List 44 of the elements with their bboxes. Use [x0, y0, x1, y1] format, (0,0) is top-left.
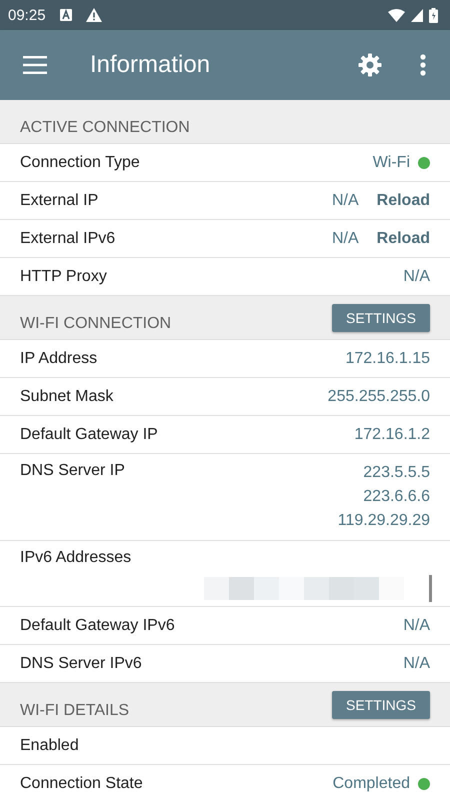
row-value: N/A	[403, 654, 430, 672]
row-value: 223.5.5.5	[363, 463, 430, 483]
row-value: 255.255.255.0	[328, 388, 430, 406]
row-label: Default Gateway IPv6	[20, 616, 175, 634]
row-label: Default Gateway IP	[20, 426, 158, 444]
row-value: 223.6.6.6	[363, 487, 430, 507]
settings-button[interactable]: SETTINGS	[332, 304, 430, 332]
section-title: ACTIVE CONNECTION	[20, 118, 190, 136]
row-label: IPv6 Addresses	[20, 549, 132, 567]
row-label: DNS Server IPv6	[20, 654, 142, 672]
status-time: 09:25	[8, 6, 46, 24]
keyboard-icon	[60, 9, 72, 21]
wifi-icon	[388, 8, 405, 22]
row-label: HTTP Proxy	[20, 268, 107, 286]
row-label: DNS Server IP	[20, 462, 125, 480]
row-value: N/A	[332, 192, 359, 210]
row-label: Enabled	[20, 736, 79, 754]
battery-icon	[429, 8, 438, 22]
settings-icon[interactable]	[358, 53, 382, 77]
row-label: External IP	[20, 192, 98, 210]
scroll-bar	[429, 575, 432, 602]
reload-link[interactable]: Reload	[376, 192, 430, 210]
section-title: WI-FI CONNECTION	[20, 314, 172, 332]
signal-icon	[411, 8, 423, 22]
row-value: N/A	[332, 230, 359, 248]
row-value: 119.29.29.29	[338, 511, 430, 531]
section-title: WI-FI DETAILS	[20, 702, 130, 720]
row-value: N/A	[403, 268, 430, 286]
row-value: 172.16.1.15	[345, 350, 430, 368]
menu-icon[interactable]	[23, 56, 47, 74]
app-title: Information	[90, 51, 212, 79]
row-value: Wi-Fi	[372, 154, 410, 172]
row-label: IP Address	[20, 350, 98, 368]
row-label: External IPv6	[20, 230, 116, 248]
reload-link[interactable]: Reload	[376, 230, 430, 248]
row-value: N/A	[403, 616, 430, 634]
row-label: Connection State	[20, 774, 143, 792]
row-label: Subnet Mask	[20, 388, 114, 406]
row-label: Connection Type	[20, 154, 140, 172]
warning-icon	[86, 8, 102, 22]
row-value: 172.16.1.2	[354, 426, 430, 444]
row-value: Completed	[332, 774, 410, 792]
more-icon[interactable]	[420, 54, 426, 76]
settings-button[interactable]: SETTINGS	[332, 690, 430, 718]
